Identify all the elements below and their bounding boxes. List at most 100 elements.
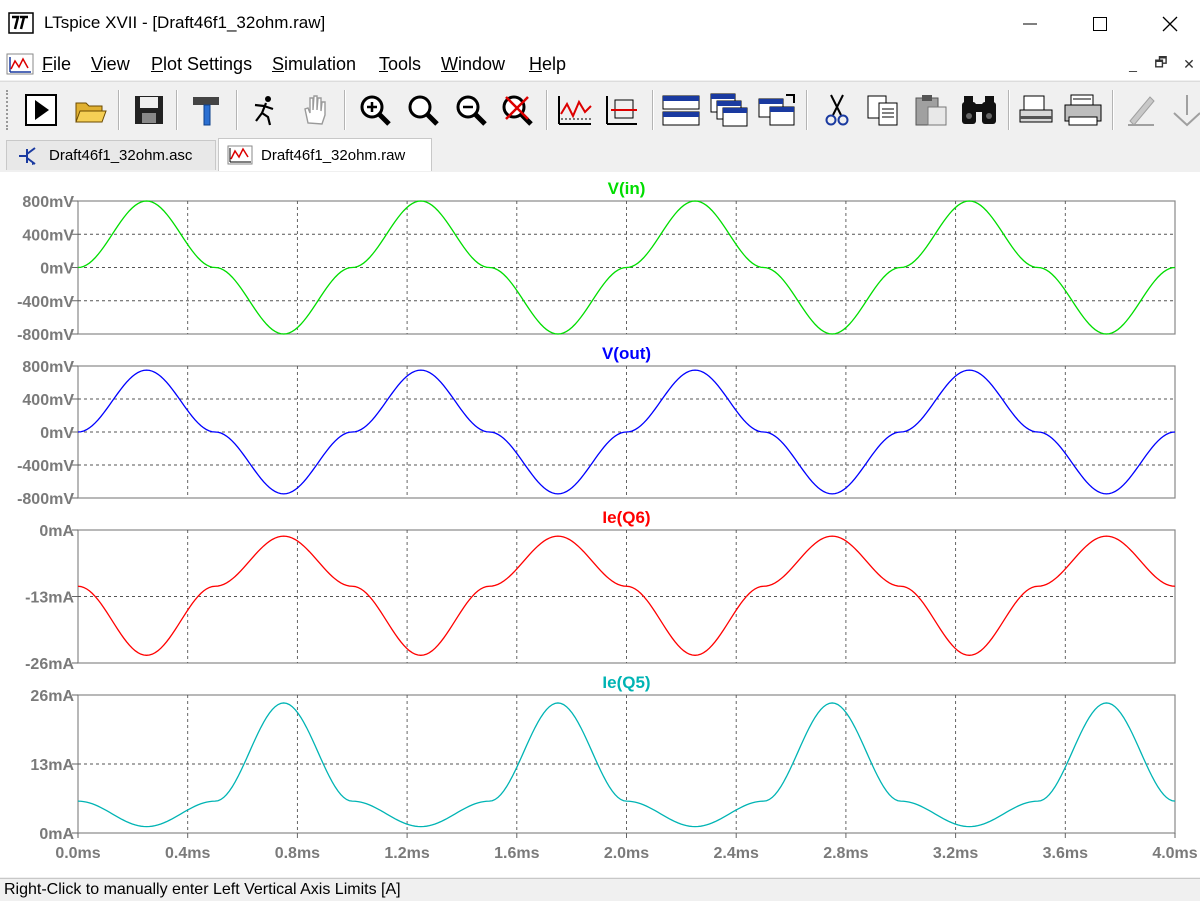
pan-hand-icon (304, 95, 326, 125)
x-tick-label: 1.2ms (384, 845, 429, 862)
tile-horizontal-icon (662, 95, 700, 126)
mdi-minimize-icon: _ (1129, 56, 1137, 72)
mdi-restore-button[interactable]: 🗗 (1150, 54, 1172, 74)
menu-help[interactable]: Help (529, 54, 566, 75)
toolbar-grip[interactable] (6, 90, 12, 130)
find-button[interactable] (958, 88, 1000, 132)
y-tick-label: 400mV (22, 392, 74, 409)
print-button[interactable] (1062, 88, 1104, 132)
x-tick-label: 3.2ms (933, 845, 978, 862)
pencil-icon (1128, 96, 1155, 126)
x-tick-label: 0.0ms (55, 845, 100, 862)
copy-button[interactable] (862, 88, 904, 132)
x-tick-label: 2.8ms (823, 845, 868, 862)
cut-button[interactable] (816, 88, 858, 132)
halt-button[interactable] (244, 88, 286, 132)
toolbar-separator (1112, 90, 1114, 130)
maximize-button[interactable] (1066, 0, 1134, 48)
window-title: LTspice XVII - [Draft46f1_32ohm.raw] (44, 13, 326, 32)
y-tick-label: 0mA (39, 826, 74, 843)
save-button[interactable] (128, 88, 170, 132)
tab-waveform[interactable]: Draft46f1_32ohm.raw (218, 138, 432, 171)
paste-icon (915, 95, 947, 126)
mdi-close-icon: ✕ (1183, 55, 1195, 72)
toolbar-separator (176, 90, 178, 130)
halt-icon (254, 96, 274, 126)
toolbar-separator (236, 90, 238, 130)
toolbar-separator (344, 90, 346, 130)
zoom-out-icon (456, 95, 487, 126)
print-preview-button[interactable] (1016, 88, 1058, 132)
down-arrow-icon (1173, 95, 1200, 127)
zoom-cancel-icon (502, 95, 533, 126)
mdi-minimize-button[interactable]: _ (1122, 54, 1144, 74)
trace-title: Ie(Q6) (602, 508, 650, 527)
tab-schematic[interactable]: Draft46f1_32ohm.asc (6, 140, 216, 170)
zoom-area-button[interactable] (402, 88, 444, 132)
toolbar-separator (546, 90, 548, 130)
y-tick-label: 0mA (39, 523, 74, 540)
cascade-icon (710, 93, 748, 127)
waveform-doc-icon (6, 53, 34, 75)
print-icon (1064, 94, 1102, 126)
mdi-close-button[interactable]: ✕ (1178, 54, 1200, 74)
x-tick-label: 4.0ms (1152, 845, 1197, 862)
tab-schematic-label: Draft46f1_32ohm.asc (49, 147, 193, 164)
autorange-icon (558, 96, 592, 125)
maximize-icon (1093, 17, 1107, 31)
schematic-icon (19, 146, 36, 165)
cut-icon (825, 94, 849, 126)
menu-simulation[interactable]: Simulation (272, 54, 356, 75)
close-button[interactable] (1136, 0, 1200, 48)
menu-file[interactable]: File (42, 54, 71, 75)
print-preview-icon (1019, 95, 1053, 123)
tile-horizontal-button[interactable] (660, 88, 702, 132)
x-tick-label: 2.0ms (604, 845, 649, 862)
x-tick-label: 0.8ms (275, 845, 320, 862)
status-bar: Right-Click to manually enter Left Verti… (0, 878, 1200, 901)
menu-tools[interactable]: Tools (379, 54, 421, 75)
mark-button[interactable] (600, 88, 642, 132)
status-text: Right-Click to manually enter Left Verti… (4, 881, 401, 898)
control-panel-button[interactable] (186, 88, 228, 132)
menu-window[interactable]: Window (441, 54, 505, 75)
trace-title: V(out) (602, 344, 651, 363)
open-button[interactable] (70, 88, 112, 132)
y-tick-label: 13mA (30, 757, 74, 774)
minimize-button[interactable] (996, 0, 1064, 48)
y-tick-label: 800mV (22, 359, 74, 376)
mdi-restore-icon: 🗗 (1154, 54, 1168, 70)
menu-view[interactable]: View (91, 54, 130, 75)
zoom-in-button[interactable] (354, 88, 396, 132)
waveform-plot[interactable]: 800mV 400mV 0mV -400mV -800mV V(in) 800mV 400mV… (0, 172, 1200, 877)
tile-vertical-icon (758, 94, 795, 126)
run-button[interactable] (20, 88, 62, 132)
x-tick-label: 0.4ms (165, 845, 210, 862)
y-tick-label: -400mV (17, 294, 74, 311)
zoom-out-button[interactable] (450, 88, 492, 132)
y-tick-label: -400mV (17, 458, 74, 475)
zoom-cancel-button[interactable] (496, 88, 538, 132)
toolbar-separator (1008, 90, 1010, 130)
y-tick-label: 400mV (22, 227, 74, 244)
tile-vertical-button[interactable] (756, 88, 798, 132)
ltspice-logo-icon (8, 12, 34, 34)
waveform-plot-area[interactable]: 800mV 400mV 0mV -400mV -800mV V(in) 800mV 400mV… (0, 172, 1200, 877)
hammer-icon (193, 97, 219, 126)
copy-icon (867, 95, 898, 126)
autorange-button[interactable] (554, 88, 596, 132)
trace-title: V(in) (608, 179, 646, 198)
close-icon (1162, 16, 1178, 32)
draw-button (1120, 88, 1162, 132)
menu-bar: File View Plot Settings Simulation Tools… (0, 48, 1200, 80)
minimize-icon (1023, 23, 1037, 25)
find-icon (962, 96, 996, 124)
cascade-button[interactable] (708, 88, 750, 132)
menu-plot-settings[interactable]: Plot Settings (151, 54, 252, 75)
run-icon (25, 94, 57, 126)
waveform-icon (227, 145, 253, 165)
paste-button[interactable] (910, 88, 952, 132)
document-tab-bar: Draft46f1_32ohm.asc Draft46f1_32ohm.raw (0, 138, 1200, 172)
pan-button[interactable] (294, 88, 336, 132)
y-tick-label: 0mV (40, 425, 74, 442)
